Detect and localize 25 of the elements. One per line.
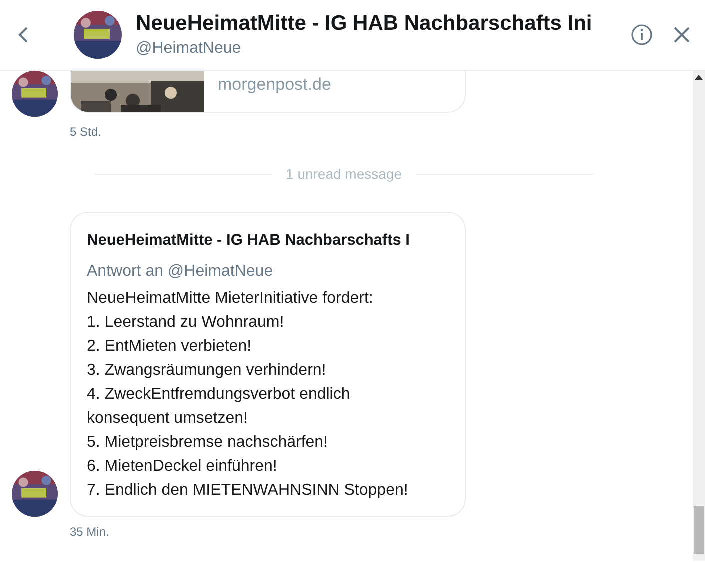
timestamp: 35 Min. bbox=[70, 525, 110, 539]
scrollbar-thumb[interactable] bbox=[694, 506, 704, 554]
reply-to-label: Antwort an @HeimatNeue bbox=[87, 263, 274, 281]
avatar bbox=[12, 471, 58, 517]
link-domain[interactable]: morgenpost.de bbox=[218, 75, 332, 95]
info-icon[interactable] bbox=[631, 24, 653, 46]
timestamp: 5 Std. bbox=[70, 125, 102, 139]
user-handle: @HeimatNeue bbox=[136, 40, 242, 58]
tweet-text-line: 1. Leerstand zu Wohnraum! bbox=[87, 313, 284, 333]
scrollbar[interactable] bbox=[693, 71, 705, 561]
tweet-text-line: 2. EntMieten verbieten! bbox=[87, 337, 252, 357]
tweet-text-line: NeueHeimatMitte MieterInitiative fordert: bbox=[87, 289, 374, 309]
tweet-text-line: 4. ZweckEntfremdungsverbot endlich konsequent umsetzen! bbox=[87, 385, 352, 429]
link-card[interactable]: morgenpost.de bbox=[70, 71, 466, 113]
tweet-text-line: 6. MietenDeckel einführen! bbox=[87, 457, 278, 477]
tweet-text-line: 5. Mietpreisbremse nachschärfen! bbox=[87, 433, 328, 453]
avatar bbox=[12, 71, 58, 117]
tweet-card[interactable] bbox=[70, 212, 466, 517]
avatar bbox=[74, 11, 122, 59]
tweet-text-line: 3. Zwangsräumungen verhindern! bbox=[87, 361, 326, 381]
tweet-text-line: 7. Endlich den MIETENWAHNSINN Stoppen! bbox=[87, 481, 408, 501]
conversation-title: NeueHeimatMitte - IG HAB Nachbarschafts Ini bbox=[136, 12, 594, 36]
scroll-up-arrow-icon[interactable] bbox=[695, 75, 703, 80]
unread-divider-label: 1 unread message bbox=[286, 166, 402, 182]
tweet-author: NeueHeimatMitte - IG HAB Nachbarschafts I bbox=[87, 232, 411, 250]
